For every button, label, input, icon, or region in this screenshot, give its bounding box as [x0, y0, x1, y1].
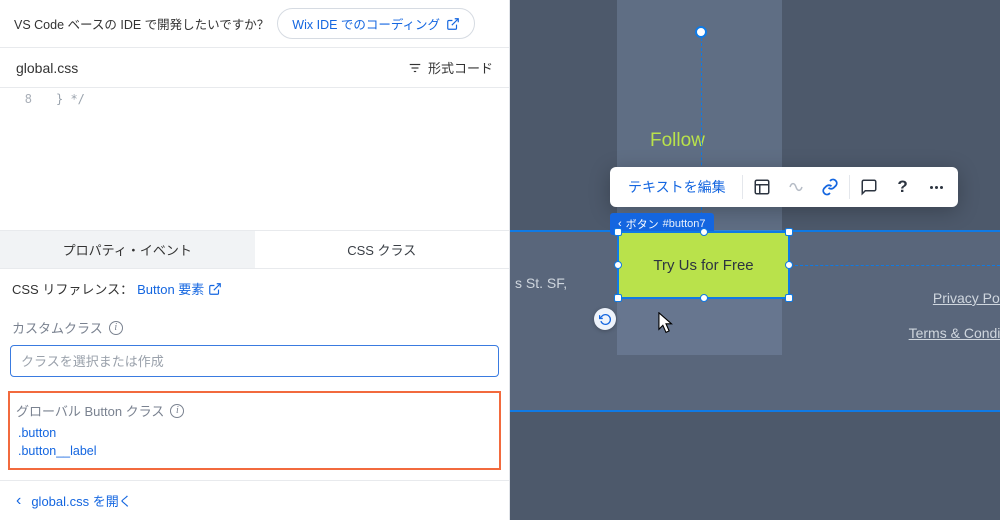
custom-class-label: カスタムクラス	[12, 318, 103, 337]
global-button-classes-box: グローバル Button クラス i .button .button__labe…	[8, 391, 501, 470]
code-body[interactable]: } */	[56, 88, 509, 230]
filename-label: global.css	[16, 60, 78, 76]
code-editor[interactable]: 8 } */	[0, 88, 509, 230]
format-code-label: 形式コード	[428, 58, 493, 77]
edit-text-button[interactable]: テキストを編集	[614, 167, 740, 207]
resize-handle[interactable]	[614, 294, 622, 302]
external-link-icon	[446, 17, 460, 31]
css-reference-row: CSS リファレンス： Button 要素	[0, 268, 509, 306]
tab-properties-events[interactable]: プロパティ・イベント	[0, 231, 255, 268]
code-line: } */	[56, 92, 509, 106]
help-icon[interactable]: ?	[886, 167, 920, 207]
resize-handle[interactable]	[785, 294, 793, 302]
resize-handle[interactable]	[700, 228, 708, 236]
global-class-button-label[interactable]: .button__label	[16, 444, 493, 458]
css-reference-link-text: Button 要素	[137, 279, 204, 298]
design-canvas[interactable]: Follow s St. SF, Privacy Policy Terms & …	[510, 0, 1000, 520]
file-bar: global.css 形式コード	[0, 48, 509, 88]
info-icon[interactable]: i	[109, 321, 123, 335]
section-border-bottom	[510, 410, 1000, 412]
toolbar-divider	[742, 175, 743, 199]
global-classes-label: グローバル Button クラス	[16, 401, 164, 420]
element-tag-type: ボタン	[626, 216, 659, 232]
layout-icon[interactable]	[745, 167, 779, 207]
animation-icon[interactable]	[779, 167, 813, 207]
selected-button-label: Try Us for Free	[653, 257, 753, 274]
resize-handle[interactable]	[785, 261, 793, 269]
mouse-cursor-icon	[658, 312, 674, 334]
ide-prompt-button-label: Wix IDE でのコーディング	[292, 14, 440, 33]
ide-prompt-bar: VS Code ベースの IDE で開発したいですか？ Wix IDE でのコー…	[0, 0, 509, 48]
open-global-css-link[interactable]: ‹ global.css を開く	[0, 480, 509, 520]
toolbar-divider	[849, 175, 850, 199]
resize-handle[interactable]	[785, 228, 793, 236]
address-text-fragment: s St. SF,	[515, 275, 567, 291]
selected-button-element[interactable]: Try Us for Free	[617, 231, 790, 299]
format-code-button[interactable]: 形式コード	[408, 58, 493, 77]
resize-handle[interactable]	[614, 228, 622, 236]
resize-handle-top-circle[interactable]	[695, 26, 707, 38]
custom-class-input[interactable]	[21, 354, 488, 369]
reset-button[interactable]	[594, 308, 616, 330]
more-options-icon[interactable]	[920, 167, 954, 207]
global-classes-label-row: グローバル Button クラス i	[16, 401, 493, 420]
element-tag-id: #button7	[663, 218, 706, 230]
global-class-button[interactable]: .button	[16, 426, 493, 440]
css-reference-link[interactable]: Button 要素	[137, 279, 222, 298]
chevron-left-icon: ‹	[16, 493, 21, 509]
element-context-toolbar: テキストを編集 ?	[610, 167, 958, 207]
tab-properties-label: プロパティ・イベント	[63, 240, 192, 259]
comment-icon[interactable]	[852, 167, 886, 207]
open-global-css-label: global.css を開く	[31, 491, 131, 510]
tab-css-classes[interactable]: CSS クラス	[255, 231, 510, 268]
custom-class-input-wrapper[interactable]	[10, 345, 499, 377]
line-number: 8	[0, 92, 32, 106]
bottom-tabs: プロパティ・イベント CSS クラス	[0, 230, 509, 268]
format-icon	[408, 61, 422, 75]
external-link-icon	[208, 282, 222, 296]
custom-class-label-row: カスタムクラス i	[0, 306, 509, 345]
ide-prompt-text: VS Code ベースの IDE で開発したいですか？	[14, 14, 269, 33]
link-icon[interactable]	[813, 167, 847, 207]
editor-panel: VS Code ベースの IDE で開発したいですか？ Wix IDE でのコー…	[0, 0, 510, 520]
resize-handle[interactable]	[700, 294, 708, 302]
privacy-policy-link[interactable]: Privacy Policy	[933, 290, 1000, 306]
info-icon[interactable]: i	[170, 404, 184, 418]
tab-css-classes-label: CSS クラス	[347, 240, 416, 259]
undo-icon	[599, 313, 612, 326]
terms-link[interactable]: Terms & Conditions	[909, 325, 1000, 341]
code-gutter: 8	[0, 88, 56, 230]
resize-handle[interactable]	[614, 261, 622, 269]
css-reference-label: CSS リファレンス：	[12, 279, 133, 298]
open-wix-ide-button[interactable]: Wix IDE でのコーディング	[277, 8, 475, 39]
guide-line-horizontal	[790, 265, 1000, 266]
follow-heading: Follow	[650, 130, 705, 152]
